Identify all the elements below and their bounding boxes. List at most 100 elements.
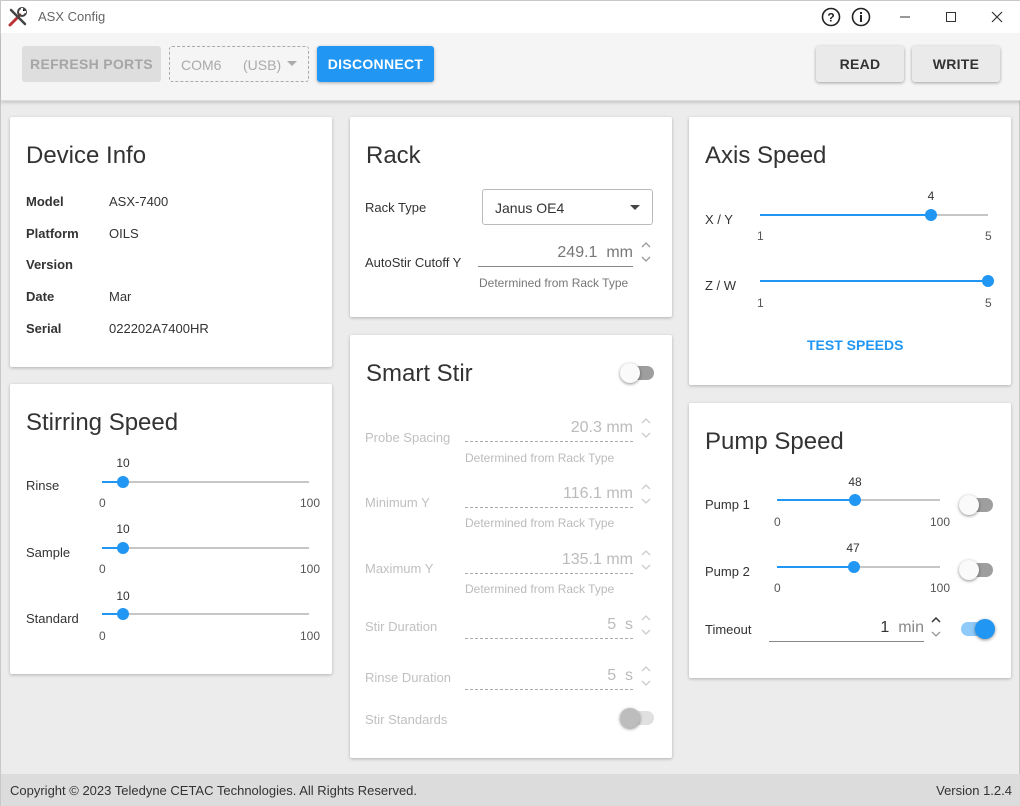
rinse-duration-input[interactable]: 5 s xyxy=(465,662,633,690)
pump-speed-card: Pump Speed Pump 1 48 0 100 Pump 2 47 0 1… xyxy=(689,403,1011,678)
autostir-spinner-icon[interactable] xyxy=(640,239,652,265)
slider-fill xyxy=(777,499,856,501)
zw-min: 1 xyxy=(757,296,764,310)
maximum-y-input[interactable]: 135.1 mm xyxy=(465,546,633,574)
rinse-duration-spinner-icon[interactable] xyxy=(640,663,652,689)
standard-min: 0 xyxy=(99,629,106,643)
maximum-y-hint: Determined from Rack Type xyxy=(465,582,615,596)
rack-type-select[interactable]: Janus OE4 xyxy=(482,189,653,225)
help-icon[interactable]: ? xyxy=(820,6,842,28)
pump-2-toggle[interactable] xyxy=(959,559,995,581)
axis-speed-title: Axis Speed xyxy=(705,142,827,169)
minimum-y-unit: mm xyxy=(606,485,633,502)
slider-thumb[interactable] xyxy=(116,542,129,554)
probe-spacing-input[interactable]: 20.3 mm xyxy=(465,414,633,442)
stir-duration-input[interactable]: 5 s xyxy=(465,611,633,639)
svg-text:?: ? xyxy=(827,11,834,25)
probe-spacing-unit: mm xyxy=(606,419,633,436)
dropdown-arrow-icon xyxy=(287,61,297,66)
slider-thumb[interactable] xyxy=(847,561,860,573)
read-button[interactable]: READ xyxy=(816,46,904,82)
slider-thumb[interactable] xyxy=(116,476,129,488)
rinse-slider[interactable] xyxy=(102,476,309,488)
stir-standards-label: Stir Standards xyxy=(365,712,448,727)
slider-thumb[interactable] xyxy=(982,275,994,287)
version-text: Version 1.2.4 xyxy=(936,783,1012,798)
rinse-max: 100 xyxy=(300,496,321,510)
stir-duration-unit: s xyxy=(625,616,633,633)
device-info-title: Device Info xyxy=(26,142,147,169)
slider-thumb[interactable] xyxy=(116,608,129,620)
close-icon[interactable] xyxy=(986,6,1008,28)
rinse-label: Rinse xyxy=(26,478,60,493)
disconnect-button[interactable]: DISCONNECT xyxy=(317,46,434,82)
standard-max: 100 xyxy=(300,629,321,643)
pump-1-value: 48 xyxy=(848,475,862,489)
rinse-duration-label: Rinse Duration xyxy=(365,670,451,685)
rinse-value: 10 xyxy=(116,456,130,470)
window-title: ASX Config xyxy=(38,9,106,24)
tools-icon xyxy=(8,7,27,27)
pump-1-toggle[interactable] xyxy=(959,494,995,516)
copyright-text: Copyright © 2023 Teledyne CETAC Technolo… xyxy=(10,783,418,798)
stir-duration-value: 5 xyxy=(607,616,617,633)
stir-duration-spinner-icon[interactable] xyxy=(640,612,652,638)
platform-value: OILS xyxy=(109,226,139,241)
pump-2-slider[interactable] xyxy=(777,561,940,573)
minimum-y-spinner-icon[interactable] xyxy=(640,481,652,507)
pump-speed-title: Pump Speed xyxy=(705,428,844,455)
toggle-knob xyxy=(959,560,979,580)
sample-slider[interactable] xyxy=(102,542,309,554)
probe-spacing-label: Probe Spacing xyxy=(365,430,451,445)
date-label: Date xyxy=(26,289,55,304)
minimum-y-input[interactable]: 116.1 mm xyxy=(465,480,633,508)
model-value: ASX-7400 xyxy=(109,194,169,209)
pump-1-slider[interactable] xyxy=(777,494,940,506)
version-label: Version xyxy=(26,257,73,272)
maximum-y-label: Maximum Y xyxy=(365,561,434,576)
xy-slider[interactable] xyxy=(760,209,988,221)
timeout-value: 1 xyxy=(880,619,890,636)
smart-stir-card: Smart Stir Probe Spacing 20.3 mm Determi… xyxy=(350,335,672,758)
slider-thumb[interactable] xyxy=(849,494,862,506)
toggle-knob xyxy=(620,708,640,728)
port-type: (USB) xyxy=(243,57,282,73)
autostir-label: AutoStir Cutoff Y xyxy=(365,255,462,270)
pump-1-min: 0 xyxy=(774,515,781,529)
maximum-y-unit: mm xyxy=(606,551,633,568)
maximize-icon[interactable] xyxy=(940,6,962,28)
sample-label: Sample xyxy=(26,545,71,560)
probe-spacing-spinner-icon[interactable] xyxy=(640,415,652,441)
standard-slider[interactable] xyxy=(102,608,309,620)
timeout-label: Timeout xyxy=(705,622,752,637)
rack-card: Rack Rack Type Janus OE4 AutoStir Cutoff… xyxy=(350,117,672,317)
autostir-hint: Determined from Rack Type xyxy=(479,276,629,290)
stir-duration-label: Stir Duration xyxy=(365,619,438,634)
port-select[interactable]: COM6 (USB) xyxy=(169,46,309,82)
minimum-y-hint: Determined from Rack Type xyxy=(465,516,615,530)
pump-2-max: 100 xyxy=(930,581,951,595)
rinse-duration-value: 5 xyxy=(607,667,617,684)
autostir-input[interactable]: 249.1 mm xyxy=(478,239,633,267)
timeout-unit: min xyxy=(898,619,924,636)
stir-standards-toggle[interactable] xyxy=(620,707,656,729)
toggle-knob xyxy=(975,619,995,639)
date-value: Mar xyxy=(109,289,132,304)
zw-slider[interactable] xyxy=(760,275,994,287)
slider-thumb[interactable] xyxy=(925,209,937,221)
toggle-knob xyxy=(959,495,979,515)
write-button[interactable]: WRITE xyxy=(912,46,1000,82)
info-icon[interactable] xyxy=(850,6,872,28)
maximum-y-spinner-icon[interactable] xyxy=(640,547,652,573)
serial-value: 022202A7400HR xyxy=(109,321,209,336)
timeout-spinner-icon[interactable] xyxy=(930,614,942,640)
timeout-input[interactable]: 1 min xyxy=(769,614,924,642)
timeout-toggle[interactable] xyxy=(959,618,995,640)
port-name: COM6 xyxy=(181,57,222,73)
autostir-value: 249.1 xyxy=(557,244,598,261)
smart-stir-toggle[interactable] xyxy=(620,362,656,384)
minimize-icon[interactable] xyxy=(894,6,916,28)
refresh-ports-button[interactable]: REFRESH PORTS xyxy=(22,46,161,82)
standard-value: 10 xyxy=(116,589,130,603)
test-speeds-button[interactable]: TEST SPEEDS xyxy=(807,337,903,353)
